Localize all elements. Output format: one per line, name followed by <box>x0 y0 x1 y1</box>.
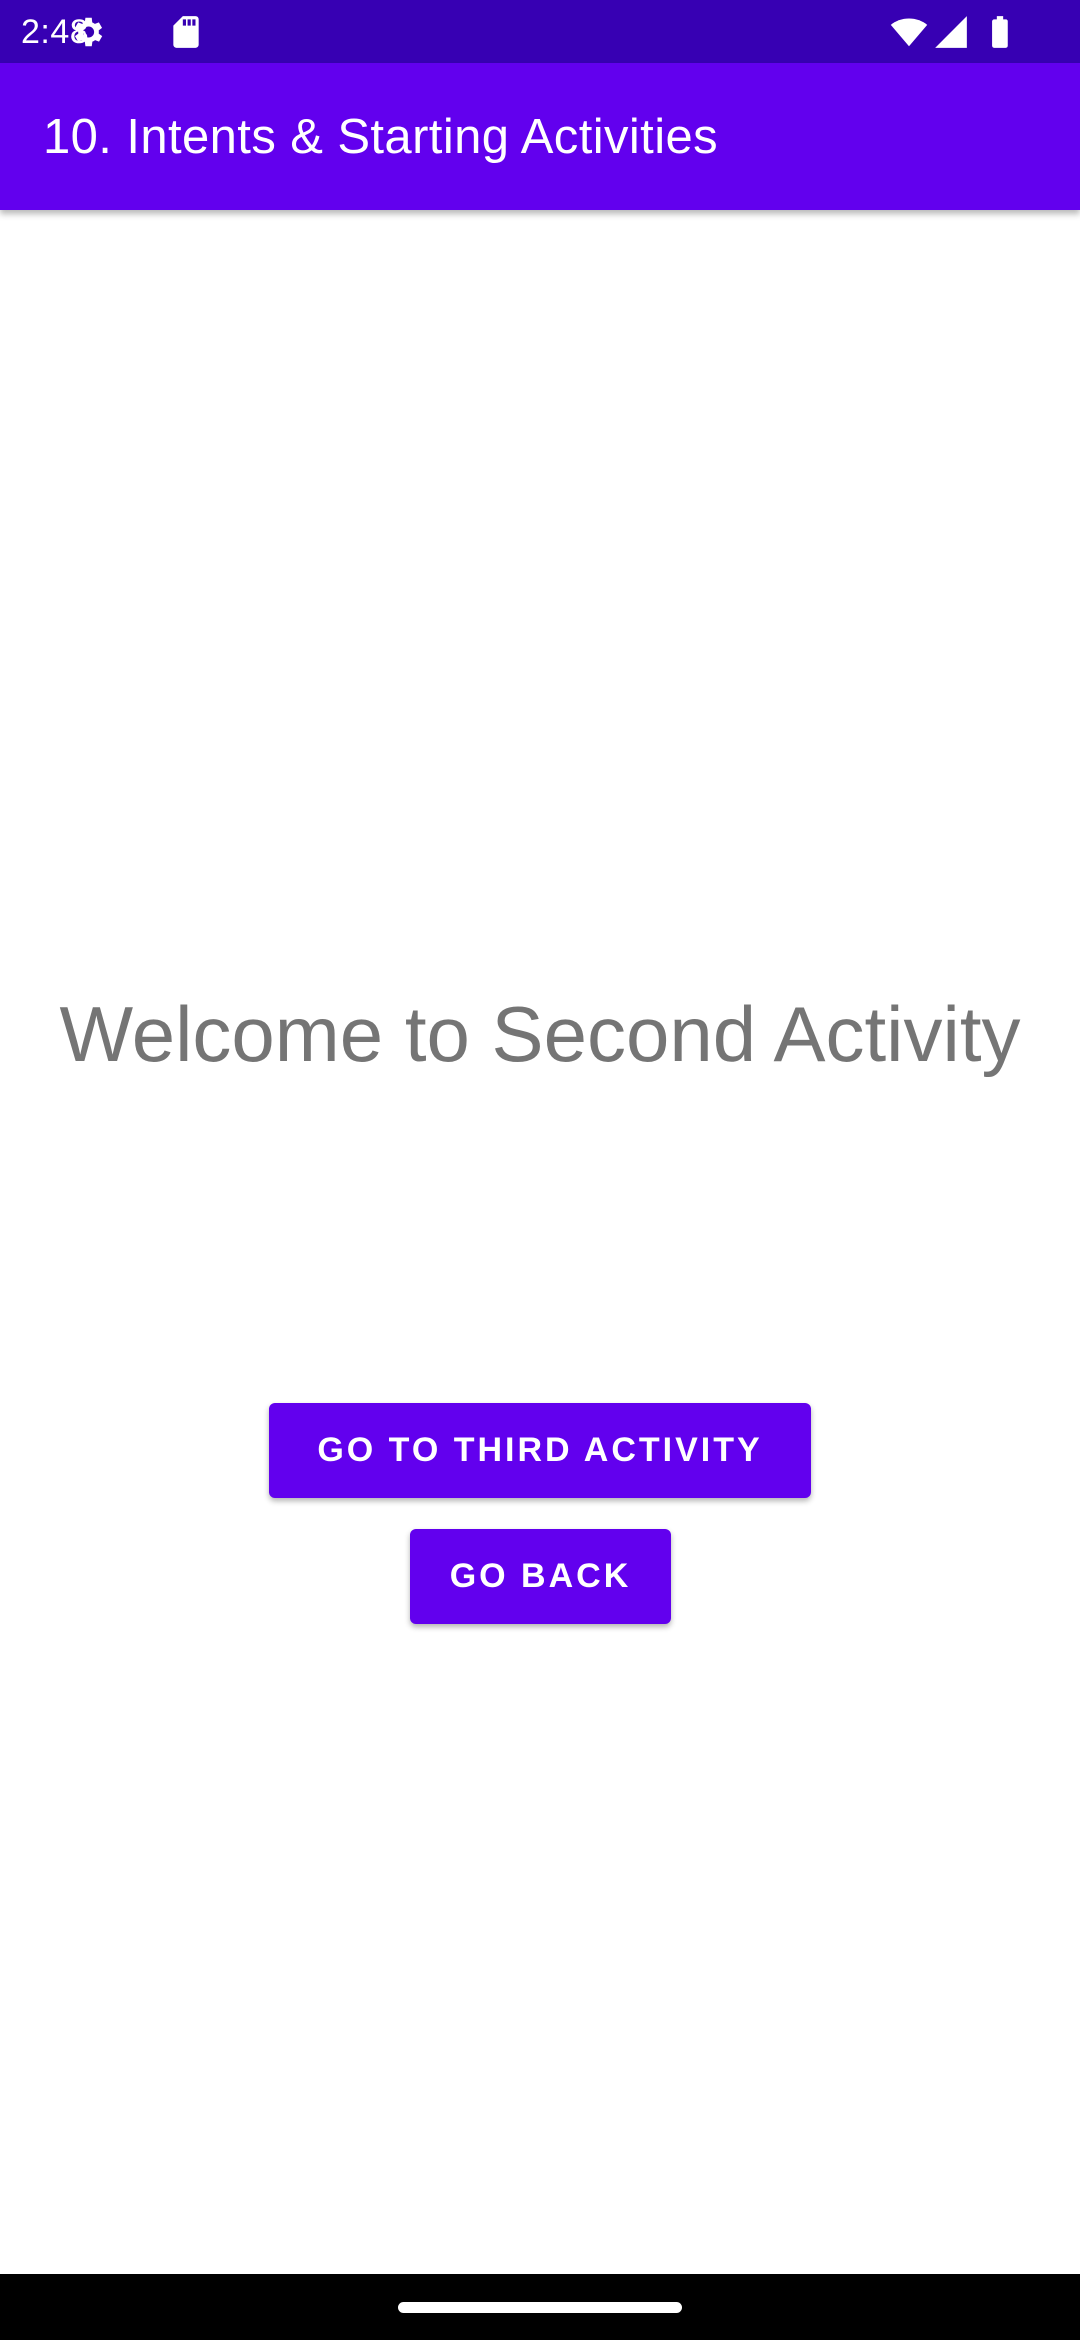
go-to-third-activity-button[interactable]: GO TO THIRD ACTIVITY <box>269 1403 811 1498</box>
navigation-bar <box>0 2274 1080 2340</box>
status-bar: 2:48 <box>0 0 1080 63</box>
go-back-button[interactable]: GO BACK <box>410 1529 671 1624</box>
app-title: 10. Intents & Starting Activities <box>43 110 719 164</box>
app-bar: 10. Intents & Starting Activities <box>0 63 1080 210</box>
home-gesture-handle[interactable] <box>398 2302 682 2313</box>
welcome-text: Welcome to Second Activity <box>59 990 1021 1078</box>
sd-card-icon <box>167 13 205 51</box>
battery-icon <box>981 13 1019 51</box>
cellular-signal-icon <box>932 13 970 51</box>
settings-gear-icon <box>68 13 106 51</box>
wifi-icon <box>890 13 928 51</box>
activity-content <box>0 210 1080 2274</box>
